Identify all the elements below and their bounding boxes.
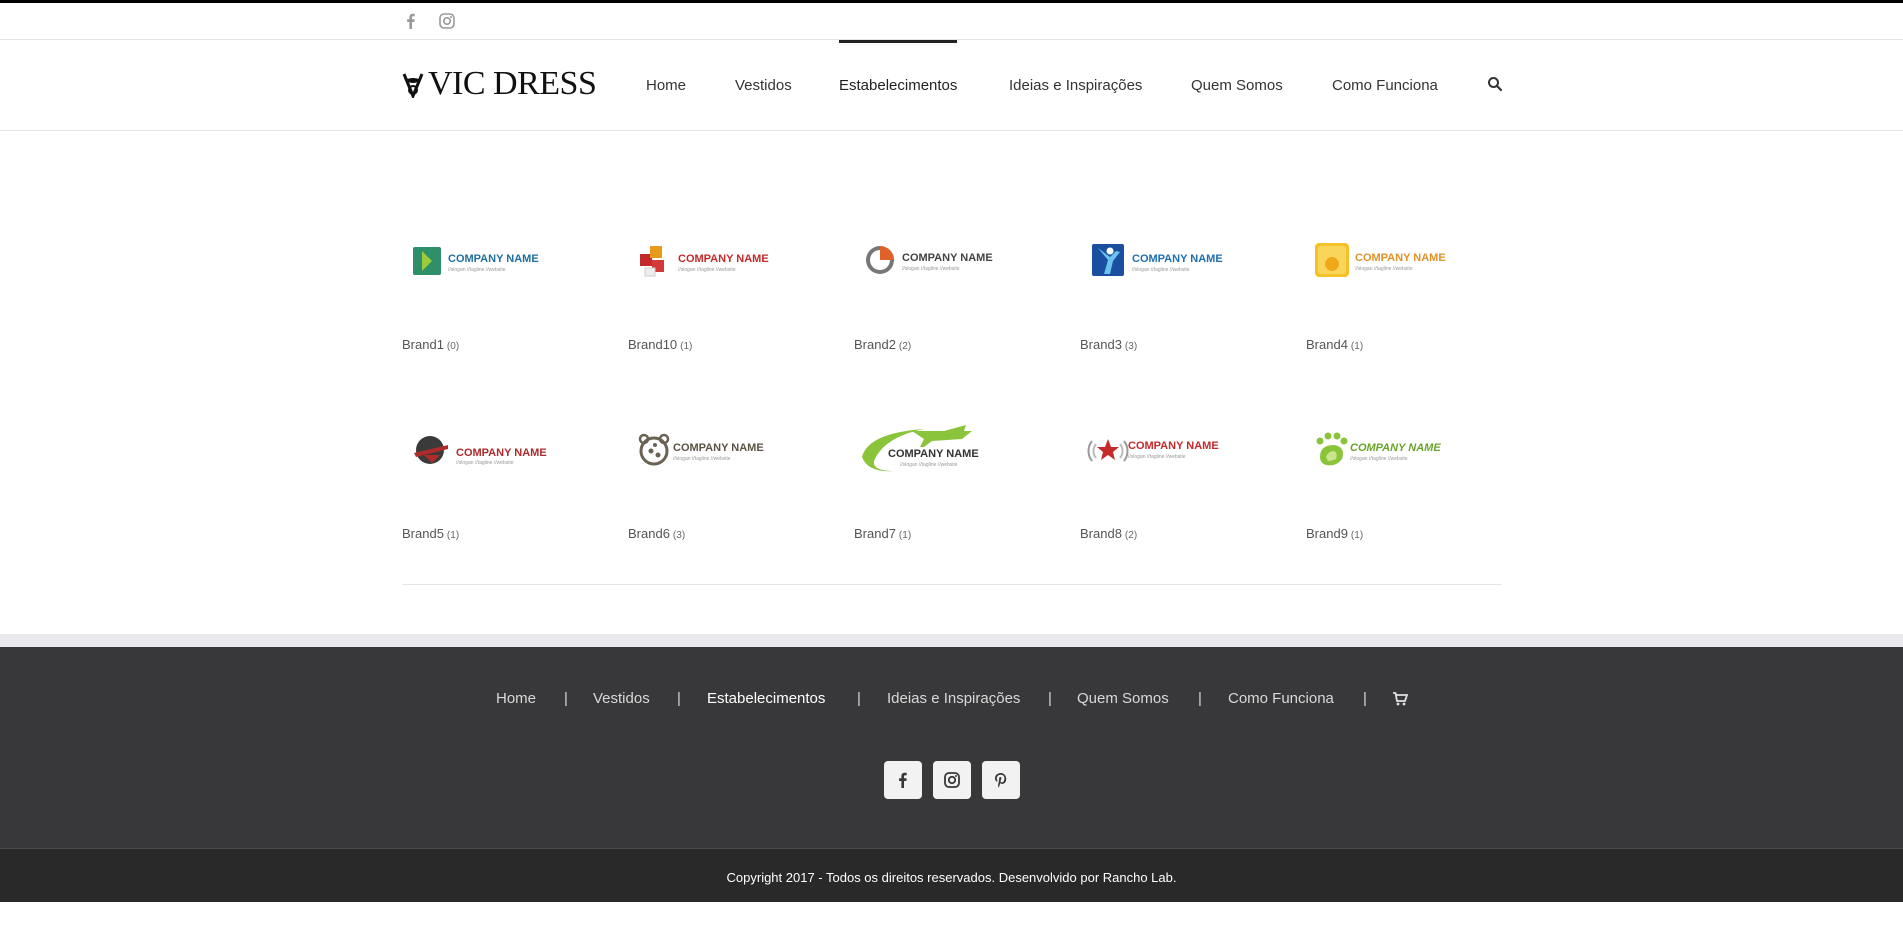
brand-label[interactable]: Brand4 (1): [1306, 337, 1363, 352]
brand-logo: COMPANY NAME //slogan //tagline //websit…: [1316, 432, 1441, 466]
footer-top-strip: [0, 634, 1903, 647]
svg-text:COMPANY NAME: COMPANY NAME: [448, 253, 539, 265]
svg-text://slogan //tagline //website: //slogan //tagline //website: [456, 460, 514, 466]
footer-nav-ideias[interactable]: Ideias e Inspirações: [887, 690, 1020, 707]
brand-label[interactable]: Brand3 (3): [1080, 337, 1137, 352]
header-divider: [0, 130, 1903, 131]
footer-facebook-button[interactable]: [884, 761, 922, 799]
nav-como-funciona[interactable]: Como Funciona: [1332, 40, 1438, 130]
brand-logo: COMPANY NAME //slogan //tagline //websit…: [1087, 439, 1219, 462]
brand-logo: COMPANY NAME //slogan //tagline //websit…: [866, 246, 993, 274]
copyright-text: Copyright 2017 - Todos os direitos reser…: [726, 870, 1177, 885]
svg-text://slogan //tagline //website: //slogan //tagline //website: [1350, 456, 1408, 462]
footer-nav-home[interactable]: Home: [496, 690, 536, 707]
brand-label[interactable]: Brand9 (1): [1306, 526, 1363, 541]
facebook-icon: [899, 772, 907, 788]
footer-pinterest-button[interactable]: [982, 761, 1020, 799]
content-divider: [402, 584, 1502, 585]
footer-nav-estabelecimentos[interactable]: Estabelecimentos: [707, 690, 825, 707]
brand-logo: COMPANY NAME //slogan //tagline //websit…: [413, 247, 539, 275]
footer-nav-vestidos[interactable]: Vestidos: [593, 690, 650, 707]
logo-mark-icon: [402, 73, 424, 98]
brand-label[interactable]: Brand10 (1): [628, 337, 692, 352]
svg-text:COMPANY NAME: COMPANY NAME: [1355, 252, 1446, 264]
brand-logo: COMPANY NAME //slogan //tagline //websit…: [1315, 243, 1446, 277]
brand-logo: COMPANY NAME //slogan //tagline //websit…: [640, 246, 769, 277]
footer-social-links: [884, 761, 1020, 799]
top-social-links: [402, 12, 456, 30]
logo-text: VIC DRESS: [428, 65, 597, 102]
footer-nav-separator: |: [564, 690, 568, 707]
svg-text://slogan //tagline //website: //slogan //tagline //website: [1355, 266, 1413, 272]
svg-text:COMPANY NAME: COMPANY NAME: [673, 442, 764, 454]
svg-text:COMPANY NAME: COMPANY NAME: [456, 447, 547, 459]
brand-logo: COMPANY NAME //slogan //tagline //websit…: [862, 425, 979, 472]
footer-nav-quem-somos[interactable]: Quem Somos: [1077, 690, 1169, 707]
svg-text://slogan //tagline //website: //slogan //tagline //website: [673, 456, 731, 462]
brand-label[interactable]: Brand8 (2): [1080, 526, 1137, 541]
footer-nav-separator: |: [857, 690, 861, 707]
footer-nav-como-funciona[interactable]: Como Funciona: [1228, 690, 1334, 707]
svg-text://slogan //tagline //website: //slogan //tagline //website: [678, 267, 736, 273]
svg-text:COMPANY NAME: COMPANY NAME: [888, 448, 979, 460]
brand-label[interactable]: Brand1 (0): [402, 337, 459, 352]
nav-home[interactable]: Home: [646, 40, 686, 130]
nav-ideias[interactable]: Ideias e Inspirações: [1009, 40, 1142, 130]
facebook-icon[interactable]: [402, 12, 420, 30]
svg-text:COMPANY NAME: COMPANY NAME: [1350, 442, 1441, 454]
footer-instagram-button[interactable]: [933, 761, 971, 799]
footer-nav-separator: |: [1048, 690, 1052, 707]
svg-text:COMPANY NAME: COMPANY NAME: [1128, 440, 1219, 452]
svg-text://slogan //tagline //website: //slogan //tagline //website: [1128, 454, 1186, 460]
footer-nav-separator: |: [1198, 690, 1202, 707]
brand-logo: COMPANY NAME //slogan //tagline //websit…: [1092, 244, 1223, 276]
brand-label[interactable]: Brand2 (2): [854, 337, 911, 352]
instagram-icon: [944, 772, 960, 788]
brand-label[interactable]: Brand6 (3): [628, 526, 685, 541]
brand-label[interactable]: Brand5 (1): [402, 526, 459, 541]
site-logo[interactable]: VIC DRESS: [402, 65, 597, 102]
svg-text://slogan //tagline //website: //slogan //tagline //website: [448, 267, 506, 273]
top-bar: [0, 0, 1903, 3]
svg-text://slogan //tagline //website: //slogan //tagline //website: [900, 462, 958, 468]
footer-nav-separator: |: [1363, 690, 1367, 707]
nav-estabelecimentos[interactable]: Estabelecimentos: [839, 40, 958, 130]
brand-logo: COMPANY NAME //slogan //tagline //websit…: [638, 433, 764, 466]
svg-text://slogan //tagline //website: //slogan //tagline //website: [902, 266, 960, 272]
nav-vestidos[interactable]: Vestidos: [735, 40, 792, 130]
svg-text://slogan //tagline //website: //slogan //tagline //website: [1132, 267, 1190, 273]
footer: [0, 647, 1903, 848]
footer-nav-separator: |: [677, 690, 681, 707]
search-icon[interactable]: [1487, 76, 1503, 92]
svg-text:COMPANY NAME: COMPANY NAME: [902, 252, 993, 264]
instagram-icon[interactable]: [438, 12, 456, 30]
nav-quem-somos[interactable]: Quem Somos: [1191, 40, 1283, 130]
cart-icon[interactable]: [1392, 692, 1409, 706]
svg-text:COMPANY NAME: COMPANY NAME: [678, 253, 769, 265]
pinterest-icon: [995, 773, 1007, 788]
brand-label[interactable]: Brand7 (1): [854, 526, 911, 541]
svg-text:COMPANY NAME: COMPANY NAME: [1132, 253, 1223, 265]
brand-logo: COMPANY NAME //slogan //tagline //websit…: [414, 436, 547, 466]
